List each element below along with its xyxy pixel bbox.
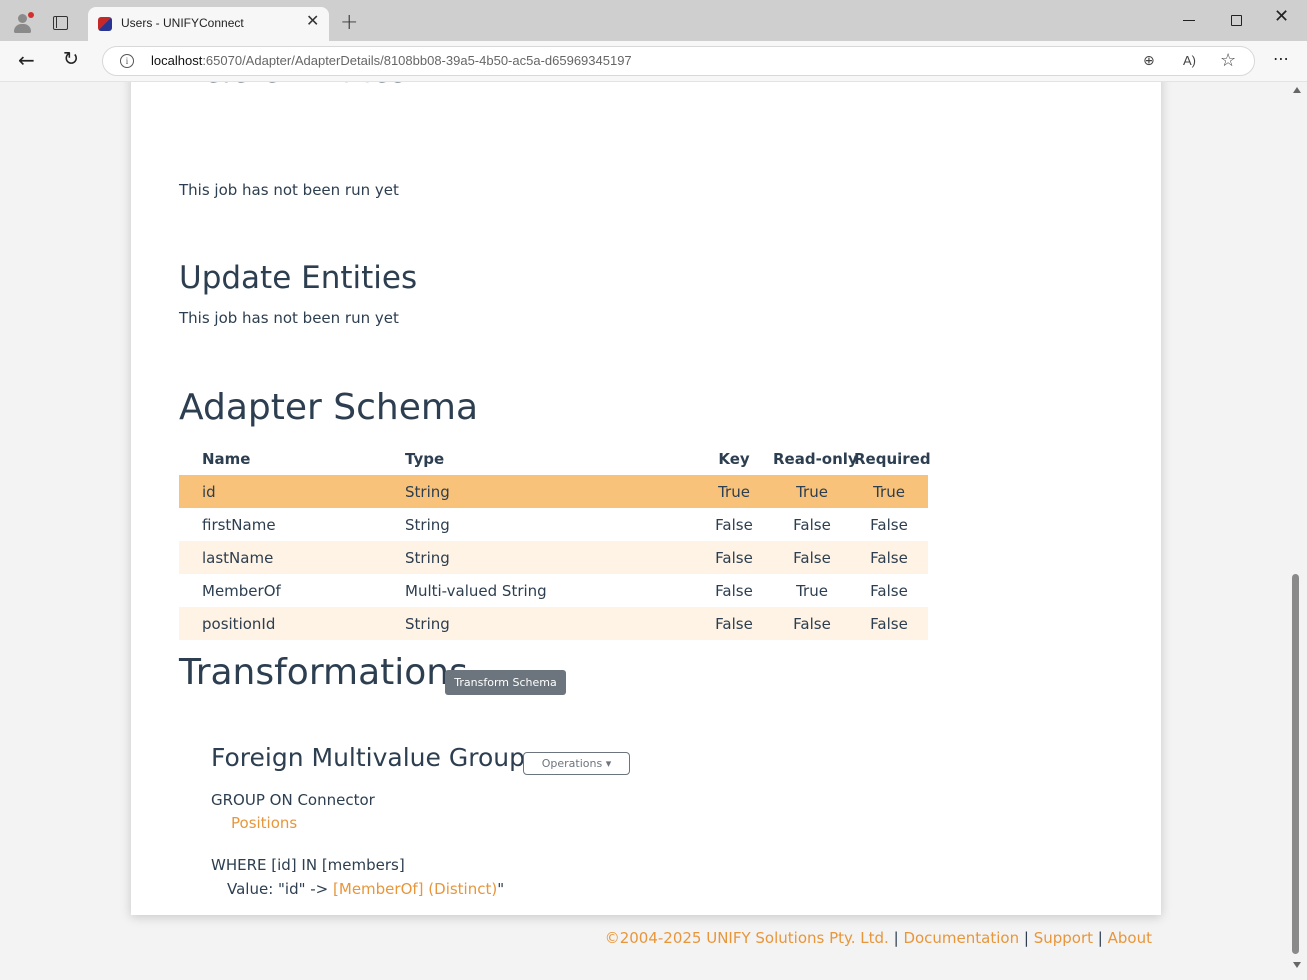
copyright-link[interactable]: ©2004-2025 UNIFY Solutions Pty. Ltd. xyxy=(605,929,889,947)
url-field[interactable]: i localhost:65070/Adapter/AdapterDetails… xyxy=(102,46,1255,76)
delete-entities-heading: Delete Entities xyxy=(179,82,407,90)
transform-title: Foreign Multivalue Group xyxy=(211,743,525,772)
url-text: localhost:65070/Adapter/AdapterDetails/8… xyxy=(151,53,632,68)
new-tab-plus-icon[interactable]: + xyxy=(340,12,358,34)
table-row[interactable]: id String True True True xyxy=(179,475,928,508)
tab-title: Users - UNIFYConnect xyxy=(121,16,244,30)
about-link[interactable]: About xyxy=(1108,929,1152,947)
cell-name: lastName xyxy=(202,549,274,567)
cell-type: String xyxy=(405,615,450,633)
table-row[interactable]: lastName String False False False xyxy=(179,541,928,574)
window-close-icon[interactable]: ✕ xyxy=(1274,8,1289,26)
cell-readonly: False xyxy=(793,549,831,567)
page-viewport: Delete Entities This job has not been ru… xyxy=(0,82,1307,980)
reload-icon[interactable]: ↻ xyxy=(63,50,79,69)
url-path: :65070/Adapter/AdapterDetails/8108bb08-3… xyxy=(202,53,632,68)
col-header-readonly: Read-only xyxy=(773,450,858,468)
cell-key: True xyxy=(718,483,750,501)
cell-name: id xyxy=(202,483,216,501)
cell-required: False xyxy=(870,615,908,633)
cell-type: String xyxy=(405,549,450,567)
update-entities-status: This job has not been run yet xyxy=(179,309,399,327)
operations-dropdown-button[interactable]: Operations ▾ xyxy=(523,752,630,775)
connector-link[interactable]: Positions xyxy=(231,814,297,832)
documentation-link[interactable]: Documentation xyxy=(903,929,1019,947)
cell-required: False xyxy=(870,549,908,567)
window-minimize-icon[interactable] xyxy=(1183,20,1195,21)
site-favicon-icon xyxy=(98,17,112,31)
footer-separator: | xyxy=(893,929,899,947)
caret-down-icon: ▾ xyxy=(605,757,612,770)
browser-tab-active[interactable]: Users - UNIFYConnect ✕ xyxy=(88,7,329,41)
table-row[interactable]: MemberOf Multi-valued String False True … xyxy=(179,574,928,607)
col-header-required: Required xyxy=(854,450,931,468)
col-header-name: Name xyxy=(202,450,251,468)
where-text: WHERE [id] IN [members] xyxy=(211,856,405,874)
table-row[interactable]: positionId String False False False xyxy=(179,607,928,640)
col-header-key: Key xyxy=(718,450,750,468)
scroll-up-arrow-icon[interactable] xyxy=(1293,87,1301,93)
value-prefix: Value: "id" -> xyxy=(227,880,334,898)
cell-type: String xyxy=(405,516,450,534)
back-arrow-icon[interactable]: ← xyxy=(18,50,35,70)
footer-separator: | xyxy=(1023,929,1029,947)
update-entities-heading: Update Entities xyxy=(179,260,418,296)
cell-type: Multi-valued String xyxy=(405,582,547,600)
content-card: Delete Entities This job has not been ru… xyxy=(131,82,1161,915)
group-on-text: GROUP ON Connector xyxy=(211,791,375,809)
cell-name: MemberOf xyxy=(202,582,281,600)
site-info-icon[interactable]: i xyxy=(120,54,134,68)
scroll-down-arrow-icon[interactable] xyxy=(1293,962,1301,968)
cell-key: False xyxy=(715,549,753,567)
table-row[interactable]: firstName String False False False xyxy=(179,508,928,541)
operations-label: Operations xyxy=(541,757,603,770)
browser-address-bar: ← ↻ i localhost:65070/Adapter/AdapterDet… xyxy=(0,41,1307,82)
cell-readonly: True xyxy=(796,582,828,600)
browser-menu-icon[interactable]: ⋯ xyxy=(1273,51,1290,67)
table-header-row: Name Type Key Read-only Required xyxy=(179,442,931,475)
adapter-schema-heading: Adapter Schema xyxy=(179,387,479,428)
memberof-link[interactable]: [MemberOf] (Distinct) xyxy=(333,880,497,898)
cell-required: True xyxy=(873,483,905,501)
cell-name: firstName xyxy=(202,516,276,534)
tab-actions-icon[interactable] xyxy=(53,16,68,30)
window-maximize-icon[interactable] xyxy=(1231,15,1242,26)
cell-type: String xyxy=(405,483,450,501)
value-suffix: " xyxy=(497,880,505,898)
support-link[interactable]: Support xyxy=(1034,929,1093,947)
url-host: localhost xyxy=(151,53,203,68)
cell-key: False xyxy=(715,582,753,600)
cell-required: False xyxy=(870,516,908,534)
page-scrollbar[interactable] xyxy=(1288,82,1307,980)
transform-schema-button[interactable]: Transform Schema xyxy=(445,670,566,695)
tab-close-icon[interactable]: ✕ xyxy=(306,13,319,29)
cell-readonly: False xyxy=(793,516,831,534)
value-text: Value: "id" -> [MemberOf] (Distinct)" xyxy=(227,880,504,898)
favorite-star-icon[interactable]: ☆ xyxy=(1220,50,1236,71)
delete-entities-status: This job has not been run yet xyxy=(179,181,399,199)
col-header-type: Type xyxy=(405,450,445,468)
cell-key: False xyxy=(715,516,753,534)
profile-avatar-icon[interactable] xyxy=(12,12,34,34)
transformations-heading: Transformations xyxy=(179,652,468,693)
adapter-schema-table: Name Type Key Read-only Required id Stri… xyxy=(179,442,931,640)
page-footer: ©2004-2025 UNIFY Solutions Pty. Ltd. | D… xyxy=(605,929,1152,947)
cell-key: False xyxy=(715,615,753,633)
browser-tab-bar: Users - UNIFYConnect ✕ + ✕ xyxy=(0,0,1307,41)
footer-separator: | xyxy=(1097,929,1103,947)
cell-name: positionId xyxy=(202,615,276,633)
cell-required: False xyxy=(870,582,908,600)
cell-readonly: False xyxy=(793,615,831,633)
cell-readonly: True xyxy=(796,483,828,501)
read-aloud-icon[interactable]: A) xyxy=(1183,53,1196,68)
zoom-in-icon[interactable]: ⊕ xyxy=(1143,53,1155,69)
scrollbar-thumb[interactable] xyxy=(1292,574,1299,954)
